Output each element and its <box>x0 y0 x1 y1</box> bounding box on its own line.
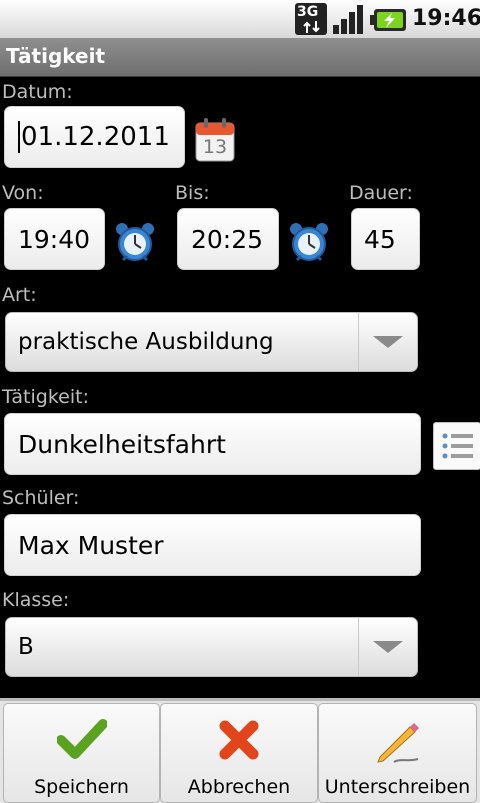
action-bar: Speichern Abbrechen Unterschreiben <box>0 698 480 803</box>
title-bar: Tätigkeit <box>0 38 480 77</box>
datum-cursor <box>18 121 20 153</box>
klasse-value: B <box>18 634 34 660</box>
sign-label: Unterschreiben <box>324 776 471 798</box>
von-value: 19:40 <box>18 224 91 254</box>
dauer-field[interactable]: 45 <box>351 208 420 270</box>
calendar-day: 13 <box>202 136 228 158</box>
bis-value: 20:25 <box>191 224 264 254</box>
art-label: Art: <box>2 284 37 306</box>
battery-charging-icon <box>370 9 406 31</box>
save-button[interactable]: Speichern <box>3 703 160 803</box>
list-icon <box>442 433 473 459</box>
dauer-value: 45 <box>364 224 396 254</box>
chevron-down-icon <box>373 641 403 653</box>
schueler-field[interactable]: Max Muster <box>4 514 421 576</box>
schueler-value: Max Muster <box>18 530 164 560</box>
datum-field[interactable]: 01.12.2011 <box>4 106 185 168</box>
art-value: praktische Ausbildung <box>18 329 274 355</box>
3g-icon: 3G <box>295 3 327 35</box>
save-label: Speichern <box>34 776 129 798</box>
taetigkeit-field[interactable]: Dunkelheitsfahrt <box>4 413 421 475</box>
cancel-button[interactable]: Abbrechen <box>160 703 318 803</box>
alarm-clock-icon[interactable] <box>114 220 156 268</box>
clock: 19:46 <box>412 6 480 31</box>
chevron-down-icon <box>373 336 403 348</box>
pencil-icon <box>376 723 419 763</box>
datum-label: Datum: <box>2 81 73 103</box>
klasse-dropdown-arrow <box>358 618 417 676</box>
taetigkeit-value: Dunkelheitsfahrt <box>18 429 226 459</box>
datum-value: 01.12.2011 <box>21 122 170 152</box>
bis-label: Bis: <box>175 182 210 204</box>
list-picker-button[interactable] <box>433 422 480 470</box>
taetigkeit-label: Tätigkeit: <box>2 386 89 408</box>
status-bar: 3G 19:46 <box>0 0 480 38</box>
art-dropdown-arrow <box>358 313 417 371</box>
checkmark-icon <box>56 719 107 759</box>
art-spinner[interactable]: praktische Ausbildung <box>5 312 418 372</box>
schueler-label: Schüler: <box>2 487 80 509</box>
bis-field[interactable]: 20:25 <box>177 208 279 270</box>
calendar-icon[interactable]: 13 <box>194 117 236 163</box>
von-label: Von: <box>2 182 44 204</box>
page-title: Tätigkeit <box>6 44 106 68</box>
alarm-clock-icon[interactable] <box>288 220 330 268</box>
klasse-label: Klasse: <box>2 589 70 611</box>
cancel-x-icon <box>219 720 259 760</box>
von-field[interactable]: 19:40 <box>4 208 105 270</box>
dauer-label: Dauer: <box>349 182 413 204</box>
klasse-spinner[interactable]: B <box>5 617 418 677</box>
sign-button[interactable]: Unterschreiben <box>318 703 477 803</box>
cancel-label: Abbrechen <box>187 776 291 798</box>
signal-icon <box>333 5 363 34</box>
